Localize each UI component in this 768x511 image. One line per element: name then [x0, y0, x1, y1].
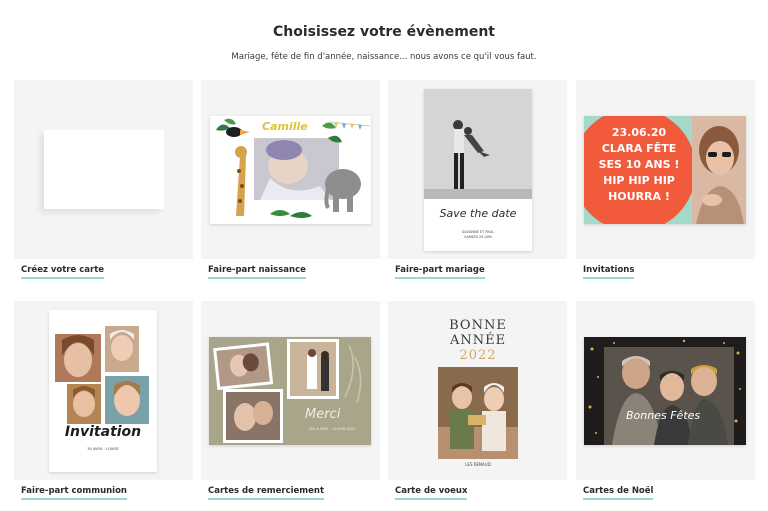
- birth-announcement-image: Camille: [210, 116, 371, 224]
- christmas-card-image: Bonnes Fêtes: [584, 337, 746, 445]
- invite-line-3: SES 10 ANS !: [584, 158, 694, 171]
- card-birth[interactable]: Camille Faire-part naissance: [201, 80, 380, 279]
- card-label[interactable]: Carte de voeux: [395, 486, 468, 500]
- card-label[interactable]: Faire-part naissance: [208, 265, 306, 279]
- page-subtitle: Mariage, fête de fin d'année, naissance.…: [231, 52, 537, 62]
- card-thumbnail[interactable]: 23.06.20 CLARA FÊTE SES 10 ANS ! HIP HIP…: [576, 80, 755, 259]
- card-thumbnail[interactable]: Invitation 30 AVRIL · LOUISE: [14, 301, 193, 480]
- birth-name-text: Camille: [262, 120, 308, 133]
- wedding-details-text: SUZANNE ET PAUL SAMEDI 25 JUIN: [461, 230, 495, 239]
- annee-text: ANNÉE: [449, 333, 507, 348]
- bonne-text: BONNE: [449, 318, 507, 333]
- card-create[interactable]: Créez votre carte: [14, 80, 193, 279]
- card-thumbnail[interactable]: Bonnes Fêtes: [576, 301, 755, 480]
- communion-details-text: 30 AVRIL · LOUISE: [87, 447, 119, 451]
- card-label[interactable]: Cartes de remerciement: [208, 486, 325, 500]
- card-label[interactable]: Créez votre carte: [21, 265, 105, 279]
- page-title: Choisissez votre évènement: [272, 24, 495, 40]
- card-label[interactable]: Cartes de Noël: [583, 486, 654, 500]
- birthday-invitation-image: 23.06.20 CLARA FÊTE SES 10 ANS ! HIP HIP…: [584, 116, 746, 224]
- card-invitations[interactable]: 23.06.20 CLARA FÊTE SES 10 ANS ! HIP HIP…: [576, 80, 755, 279]
- invite-line-5: HOURRA !: [608, 190, 670, 203]
- card-thumbnail[interactable]: Merci LÉA & PAUL · 30 JUIN 2022: [201, 301, 380, 480]
- card-new-year[interactable]: BONNE ANNÉE 2022 LES RENAUD Carte de voe…: [388, 301, 567, 500]
- card-label[interactable]: Faire-part mariage: [395, 265, 485, 279]
- year-text: 2022: [459, 348, 497, 363]
- card-wedding[interactable]: Save the date SUZANNE ET PAUL SAMEDI 25 …: [388, 80, 567, 279]
- thank-you-details-text: LÉA & PAUL · 30 JUIN 2022: [308, 427, 356, 431]
- card-thumbnail[interactable]: [14, 80, 193, 259]
- invitation-script-text: Invitation: [64, 424, 142, 440]
- card-label[interactable]: Invitations: [583, 265, 635, 279]
- card-thumbnail[interactable]: Camille: [201, 80, 380, 259]
- card-label[interactable]: Faire-part communion: [21, 486, 127, 500]
- wedding-announcement-image: Save the date SUZANNE ET PAUL SAMEDI 25 …: [424, 89, 532, 251]
- merci-text: Merci: [305, 407, 341, 422]
- thank-you-card-image: Merci LÉA & PAUL · 30 JUIN 2022: [209, 337, 371, 445]
- blank-card-image: [44, 130, 164, 209]
- invite-line-4: HIP HIP HIP: [603, 174, 675, 187]
- invite-line-3-text: SES 10 ANS !: [598, 158, 680, 171]
- card-thumbnail[interactable]: BONNE ANNÉE 2022 LES RENAUD: [388, 301, 567, 480]
- communion-announcement-image: Invitation 30 AVRIL · LOUISE: [49, 310, 157, 472]
- card-christmas[interactable]: Bonnes Fêtes Cartes de Noël: [576, 301, 755, 500]
- bonnes-fetes-text: Bonnes Fêtes: [626, 409, 701, 422]
- new-year-card-image: BONNE ANNÉE 2022 LES RENAUD: [424, 310, 532, 472]
- save-the-date-text: Save the date: [439, 207, 517, 220]
- card-thumbnail[interactable]: Save the date SUZANNE ET PAUL SAMEDI 25 …: [388, 80, 567, 259]
- family-name-text: LES RENAUD: [465, 462, 491, 467]
- invite-line-2: CLARA FÊTE: [601, 142, 677, 155]
- invite-line-1: 23.06.20: [611, 126, 667, 139]
- card-thank-you[interactable]: Merci LÉA & PAUL · 30 JUIN 2022 Cartes d…: [201, 301, 380, 500]
- card-communion[interactable]: Invitation 30 AVRIL · LOUISE Faire-part …: [14, 301, 193, 500]
